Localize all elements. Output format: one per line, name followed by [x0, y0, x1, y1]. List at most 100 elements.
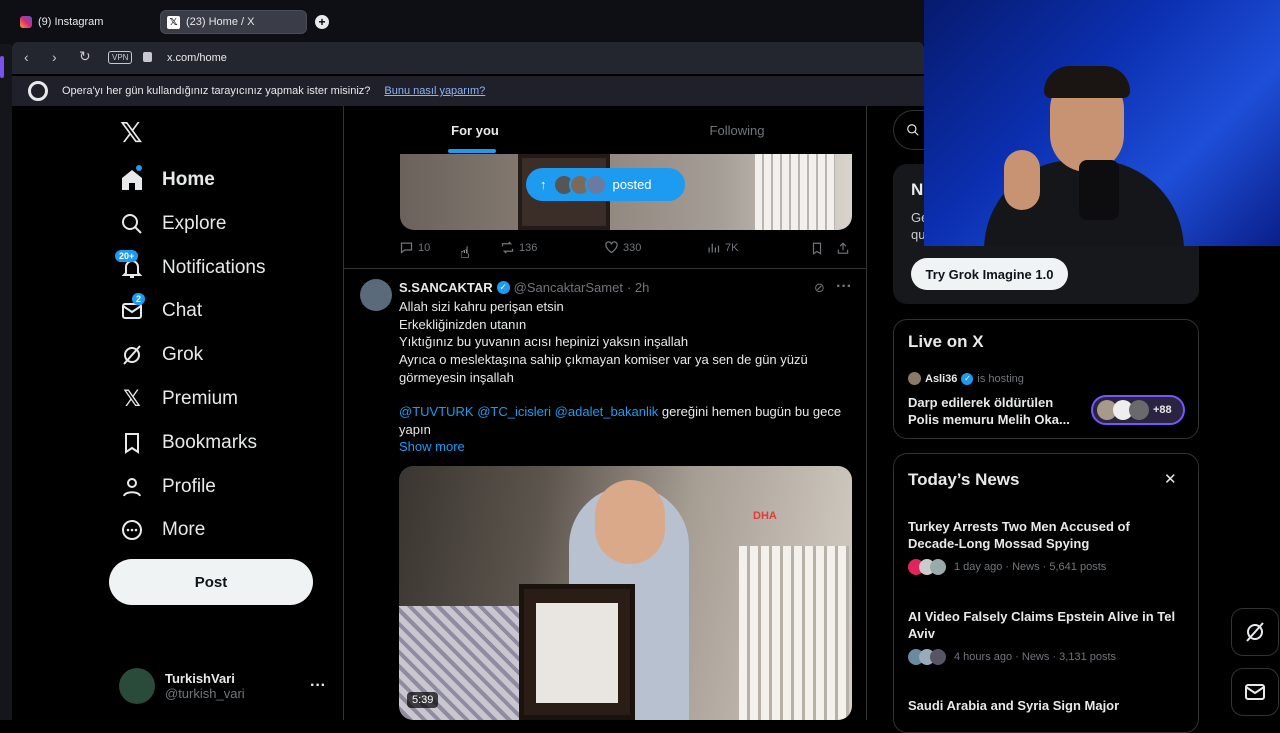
portrait-photo [536, 603, 618, 703]
host-status: is hosting [977, 372, 1024, 385]
grok-explain-icon[interactable]: ⊘ [814, 280, 825, 296]
post-text-line: Allah sizi kahru perişan etsin [399, 299, 564, 314]
account-switcher[interactable]: TurkishVari @turkish_vari ··· [110, 660, 340, 712]
views-button[interactable]: 7K [706, 240, 738, 255]
messages-float-button[interactable] [1231, 668, 1279, 716]
like-button[interactable]: 330 [604, 240, 641, 255]
new-posts-pill[interactable]: ↑ posted [526, 168, 685, 201]
lock-icon [143, 52, 152, 62]
news-item-title: Saudi Arabia and Syria Sign Major [908, 698, 1120, 713]
mail-icon [1245, 684, 1265, 700]
streamer-hair [1044, 66, 1130, 98]
bookmark-icon [812, 242, 822, 255]
news-avatars [908, 649, 946, 665]
live-on-x-card: Live on X Asli36 ✓ is hosting Darp edile… [893, 319, 1199, 439]
host-name: Asli36 [925, 372, 958, 385]
share-button[interactable] [836, 241, 850, 261]
news-item-meta: 1 day ago · News · 5,641 posts [954, 561, 1107, 573]
radiator [739, 546, 849, 720]
tab-label: Following [709, 122, 765, 138]
more-circle-icon [122, 520, 142, 540]
sidebar-item-bookmarks[interactable]: Bookmarks [120, 423, 257, 463]
tab-following[interactable]: Following [606, 106, 868, 154]
sidebar-item-label: Grok [162, 344, 204, 365]
close-icon[interactable]: ✕ [1164, 470, 1177, 488]
forward-icon[interactable]: › [52, 49, 57, 65]
portrait-frame [519, 584, 635, 720]
verified-badge-icon: ✓ [496, 281, 510, 294]
url-field[interactable]: x.com/home [167, 52, 227, 64]
sidebar-item-label: Premium [162, 388, 239, 409]
sidebar-item-grok[interactable]: Grok [120, 335, 203, 375]
tab-for-you[interactable]: For you [344, 106, 606, 154]
post-author-handle[interactable]: @SancaktarSamet [514, 280, 623, 295]
share-icon [837, 242, 849, 254]
like-count: 330 [623, 241, 642, 254]
tab-instagram[interactable]: (9) Instagram [14, 10, 154, 34]
sidebar-item-label: Home [162, 169, 215, 190]
promo-title: N [911, 180, 924, 199]
grok-icon [123, 345, 141, 365]
tab-x-home[interactable]: 𝕏 (23) Home / X [160, 10, 307, 34]
sidebar-item-more[interactable]: More [120, 510, 205, 550]
bookmark-button[interactable] [810, 241, 824, 261]
news-item-title: Turkey Arrests Two Men Accused of Decade… [908, 519, 1130, 551]
show-more-link[interactable]: Show more [399, 438, 465, 456]
live-host-row[interactable]: Asli36 ✓ is hosting [908, 372, 1024, 385]
heart-icon [605, 241, 618, 254]
tab-label: For you [451, 122, 499, 138]
post-text-line: yapın [399, 422, 431, 437]
tab-label: (23) Home / X [186, 16, 255, 28]
live-title: Live on X [908, 332, 984, 351]
live-listeners-pill[interactable]: +88 [1091, 395, 1185, 425]
reply-button[interactable]: 10 [399, 240, 430, 255]
post-button[interactable]: Post [109, 559, 313, 605]
mention-links[interactable]: @TUVTURK @TC_icisleri @adalet_bakanlik [399, 404, 658, 419]
sidebar-item-chat[interactable]: Chat 2 [120, 291, 202, 331]
opera-howto-link[interactable]: Bunu nasıl yaparım? [384, 85, 485, 97]
x-logo-icon[interactable]: 𝕏 [120, 116, 143, 149]
sidebar-item-profile[interactable]: Profile [120, 467, 216, 507]
repost-button[interactable]: 136 [500, 240, 537, 255]
listener-count: +88 [1153, 404, 1172, 416]
sidebar-item-notifications[interactable]: Notifications 20+ [115, 248, 266, 288]
post-video[interactable]: DHA 5:39 [399, 466, 852, 720]
bookmark-icon [125, 433, 139, 454]
try-grok-button[interactable]: Try Grok Imagine 1.0 [911, 258, 1068, 290]
face [595, 480, 665, 564]
news-item[interactable]: Turkey Arrests Two Men Accused of Decade… [908, 518, 1158, 575]
reload-icon[interactable]: ↻ [79, 48, 91, 65]
back-icon[interactable]: ‹ [24, 49, 29, 65]
post-author-name[interactable]: S.SANCAKTAR [399, 280, 493, 295]
post-text-line: Erkekliğinizden utanın [399, 317, 527, 332]
repost-icon [501, 241, 514, 254]
address-bar-row: ‹ › ↻ VPN x.com/home [12, 42, 924, 74]
sidebar-item-premium[interactable]: 𝕏 Premium [120, 379, 238, 419]
sidebar-item-explore[interactable]: Explore [120, 204, 226, 244]
repost-count: 136 [519, 241, 538, 254]
x-logo-icon: 𝕏 [123, 386, 141, 411]
news-item[interactable]: AI Video Falsely Claims Epstein Alive in… [908, 608, 1178, 665]
pill-avatars [552, 173, 607, 196]
post-more-icon[interactable]: ··· [836, 278, 852, 296]
verified-badge-icon: ✓ [961, 372, 974, 385]
streamer-hand [1004, 150, 1040, 210]
sidebar-item-label: Explore [162, 213, 227, 234]
webcam-overlay [924, 0, 1280, 246]
post-time[interactable]: · 2h [627, 280, 649, 295]
reply-count: 10 [418, 241, 431, 254]
instagram-icon [20, 16, 32, 28]
sidebar-item-home[interactable]: Home [120, 160, 215, 200]
news-item[interactable]: Saudi Arabia and Syria Sign Major [908, 697, 1178, 714]
more-dots-icon[interactable]: ··· [310, 677, 326, 695]
sidebar-item-label: More [162, 519, 206, 540]
news-item-title: AI Video Falsely Claims Epstein Alive in… [908, 609, 1176, 641]
live-topic[interactable]: Darp edilerek öldürülen Polis memuru Mel… [908, 394, 1083, 428]
rail-indicator [0, 56, 4, 78]
vpn-badge[interactable]: VPN [108, 51, 133, 64]
arrow-up-icon: ↑ [540, 177, 547, 192]
new-tab-button[interactable]: + [315, 15, 329, 29]
grok-float-button[interactable] [1231, 608, 1279, 656]
post-avatar[interactable] [360, 279, 392, 311]
post-mentions-line: @TUVTURK @TC_icisleri @adalet_bakanlik g… [399, 403, 841, 421]
